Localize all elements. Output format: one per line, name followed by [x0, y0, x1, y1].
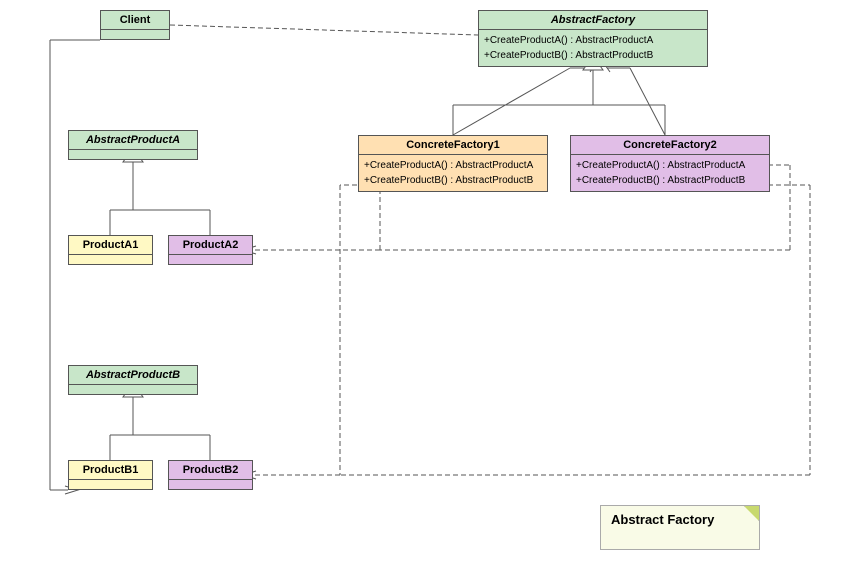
product-a2-title: ProductA2 [169, 236, 252, 255]
concrete-factory2-box: ConcreteFactory2 +CreateProductA() : Abs… [570, 135, 770, 192]
product-a1-title: ProductA1 [69, 236, 152, 255]
concrete-factory1-method-2: +CreateProductB() : AbstractProductB [364, 173, 542, 188]
abstract-factory-title: AbstractFactory [479, 11, 707, 30]
abstract-factory-box: AbstractFactory +CreateProductA() : Abst… [478, 10, 708, 67]
concrete-factory2-method-2: +CreateProductB() : AbstractProductB [576, 173, 764, 188]
note-label: Abstract Factory [611, 512, 714, 527]
concrete-factory2-method-1: +CreateProductA() : AbstractProductA [576, 158, 764, 173]
concrete-factory1-title: ConcreteFactory1 [359, 136, 547, 155]
concrete-factory2-methods: +CreateProductA() : AbstractProductA +Cr… [571, 155, 769, 191]
product-b1-title: ProductB1 [69, 461, 152, 480]
abstract-factory-method-1: +CreateProductA() : AbstractProductA [484, 33, 702, 48]
abstract-product-a-title: AbstractProductA [69, 131, 197, 150]
concrete-factory2-title: ConcreteFactory2 [571, 136, 769, 155]
abstract-product-b-title: AbstractProductB [69, 366, 197, 385]
concrete-factory1-box: ConcreteFactory1 +CreateProductA() : Abs… [358, 135, 548, 192]
client-box: Client [100, 10, 170, 40]
product-a1-box: ProductA1 [68, 235, 153, 265]
product-b2-box: ProductB2 [168, 460, 253, 490]
abstract-factory-methods: +CreateProductA() : AbstractProductA +Cr… [479, 30, 707, 66]
note-box: Abstract Factory [600, 505, 760, 550]
product-b1-box: ProductB1 [68, 460, 153, 490]
diagram-container: Client AbstractFactory +CreateProductA()… [0, 0, 859, 575]
product-b2-title: ProductB2 [169, 461, 252, 480]
abstract-product-a-box: AbstractProductA [68, 130, 198, 160]
client-title: Client [101, 11, 169, 30]
concrete-factory1-method-1: +CreateProductA() : AbstractProductA [364, 158, 542, 173]
product-a2-box: ProductA2 [168, 235, 253, 265]
abstract-product-b-box: AbstractProductB [68, 365, 198, 395]
concrete-factory1-methods: +CreateProductA() : AbstractProductA +Cr… [359, 155, 547, 191]
abstract-factory-method-2: +CreateProductB() : AbstractProductB [484, 48, 702, 63]
